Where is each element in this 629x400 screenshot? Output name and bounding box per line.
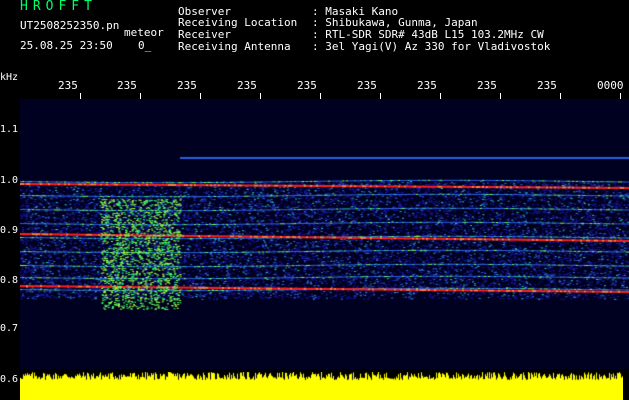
file-name: UT2508252350.pn (20, 19, 120, 32)
time-tick-label: 0000 (597, 79, 624, 92)
time-tick-label: 235 (297, 79, 317, 92)
antenna-value: : 3el Yagi(V) Az 330 for Vladivostok (312, 40, 551, 53)
antenna-label: Receiving Antenna (178, 40, 291, 53)
location-value: : Shibukawa, Gunma, Japan (312, 16, 478, 29)
freq-tick-label: 0.7 (0, 323, 19, 334)
spectrogram-canvas (20, 99, 629, 369)
mode-tag: meteor (124, 26, 164, 39)
datetime: 25.08.25 23:50 (20, 39, 113, 52)
time-tick-label: 235 (537, 79, 557, 92)
time-tick-label: 235 (357, 79, 377, 92)
time-tick-label: 235 (117, 79, 137, 92)
signal-level-strip (20, 372, 623, 400)
time-tick-label: 235 (58, 79, 78, 92)
freq-tick-label: 1.1 (0, 124, 19, 135)
app-title: HROFFT (20, 0, 97, 14)
frequency-unit-label: kHz (0, 72, 19, 83)
freq-tick-label: 0.9 (0, 225, 19, 236)
location-label: Receiving Location (178, 16, 298, 29)
hrofft-window: HROFFT UT2508252350.pn meteor 25.08.25 2… (0, 0, 629, 400)
freq-tick-label: 1.0 (0, 175, 19, 186)
event-count: 0_ (138, 39, 152, 52)
receiver-value: : RTL-SDR SDR# 43dB L15 103.2MHz CW (312, 28, 544, 41)
time-tick-label: 235 (477, 79, 497, 92)
freq-tick-label: 0.6 (0, 374, 19, 385)
time-tick-label: 235 (177, 79, 197, 92)
time-tick-label: 235 (237, 79, 257, 92)
freq-tick-label: 0.8 (0, 275, 19, 286)
time-tick-label: 235 (417, 79, 437, 92)
receiver-label: Receiver (178, 28, 231, 41)
